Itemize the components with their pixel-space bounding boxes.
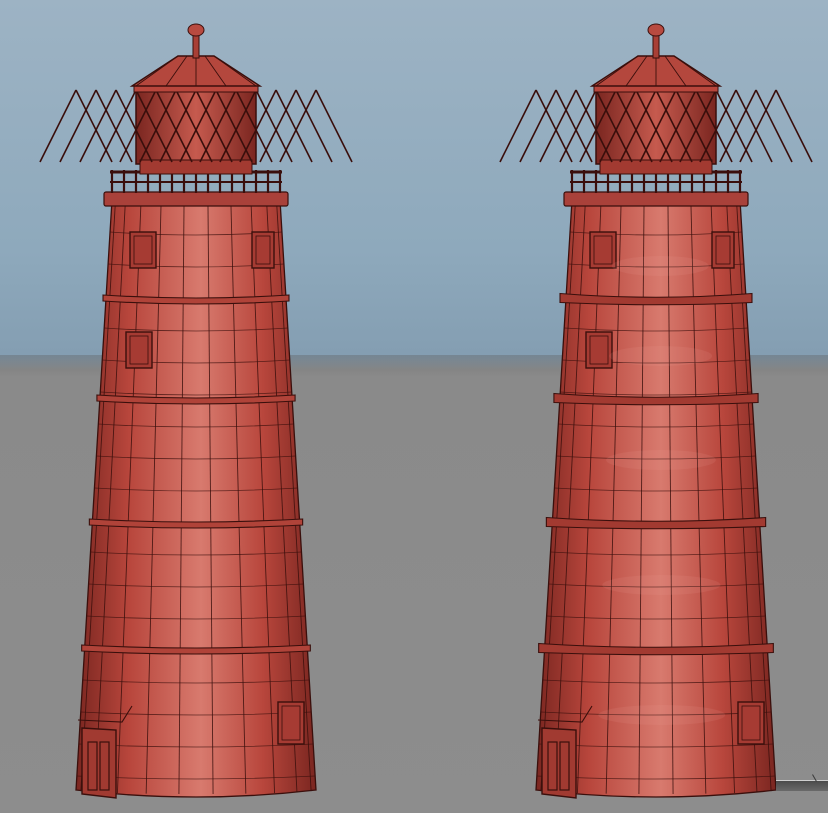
gallery-deck (563, 191, 749, 207)
surface-highlight (606, 450, 716, 470)
lantern-lattice (715, 89, 753, 163)
lantern-lattice (75, 89, 113, 163)
lantern-lattice (755, 89, 793, 163)
lantern-lattice (719, 89, 757, 163)
lighthouse-subdivided-model[interactable] (466, 0, 828, 813)
lantern-lattice (519, 89, 557, 163)
lantern-lattice (735, 89, 773, 163)
lantern-top-ring (593, 85, 719, 93)
lantern-lattice (499, 89, 537, 163)
lighthouse-low-poly-model[interactable] (0, 0, 380, 813)
lantern-top-ring (133, 85, 259, 93)
lantern-lattice (275, 89, 313, 163)
surface-highlight (602, 575, 721, 595)
door-icon (81, 727, 117, 799)
surface-highlight (611, 256, 709, 276)
lantern-lattice (775, 89, 813, 163)
finial-cap (187, 23, 205, 37)
lantern-lattice (39, 89, 77, 163)
lantern-lattice (315, 89, 353, 163)
surface-highlight (609, 346, 713, 366)
lantern-lattice (295, 89, 333, 163)
lantern-base (139, 159, 253, 175)
door-icon (541, 727, 577, 799)
gallery-deck (103, 191, 289, 207)
surface-highlight (598, 705, 726, 725)
finial-cap (647, 23, 665, 37)
lantern-lattice (79, 89, 117, 163)
window-icon (711, 231, 735, 269)
viewport-scale-indicator (776, 780, 828, 791)
lantern-lattice (539, 89, 577, 163)
lantern-lattice (259, 89, 297, 163)
lantern-lattice (59, 89, 97, 163)
lantern-lattice (255, 89, 293, 163)
3d-viewport[interactable] (0, 0, 828, 813)
lantern-lattice (535, 89, 573, 163)
lantern-lattice (279, 89, 317, 163)
window-icon (251, 231, 275, 269)
lantern-base (599, 159, 713, 175)
lantern-lattice (739, 89, 777, 163)
